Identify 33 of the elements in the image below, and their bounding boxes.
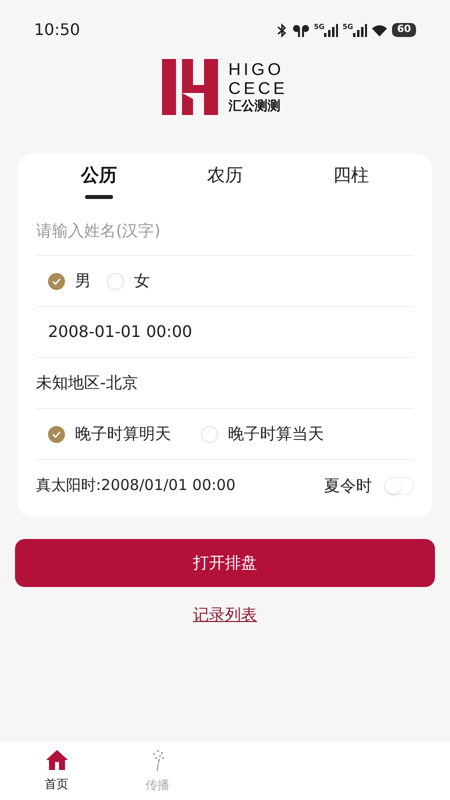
logo-mark-icon xyxy=(162,59,218,115)
logo-text: HIGO xyxy=(228,61,285,78)
open-chart-button[interactable]: 打开排盘 xyxy=(15,539,435,587)
records-link[interactable]: 记录列表 xyxy=(193,603,257,627)
bluetooth-icon xyxy=(276,22,288,38)
true-solar-time-text: 真太阳时:2008/01/01 00:00 xyxy=(36,475,236,496)
night-zi-option-label[interactable]: 晚子时算当天 xyxy=(228,422,324,446)
nav-tab[interactable]: 首页 xyxy=(6,742,107,800)
radio-unchecked-icon[interactable] xyxy=(107,272,124,290)
wifi-icon xyxy=(371,24,388,36)
name-input-field[interactable]: 请输入姓名(汉字) xyxy=(36,206,414,256)
radio-checked-icon[interactable] xyxy=(48,426,65,442)
calendar-tab[interactable]: 农历 xyxy=(162,154,288,206)
status-time: 10:50 xyxy=(34,19,80,41)
logo-subtitle: 汇公测测 xyxy=(228,100,282,113)
gender-option-label[interactable]: 男 xyxy=(75,269,91,293)
battery-indicator: 60 xyxy=(392,23,416,37)
birth-datetime-value[interactable]: 2008-01-01 00:00 xyxy=(48,320,192,344)
earbuds-icon xyxy=(292,24,310,36)
tab-indicator xyxy=(85,194,113,198)
night-zi-option-label[interactable]: 晚子时算明天 xyxy=(75,422,171,446)
signal-icon xyxy=(324,24,338,36)
radio-unchecked-icon[interactable] xyxy=(201,426,218,442)
calendar-tab[interactable]: 公历 xyxy=(36,154,162,206)
signal-icon xyxy=(353,24,368,36)
home-icon xyxy=(44,749,68,771)
calendar-tab[interactable]: 四柱 xyxy=(288,154,414,206)
dst-label: 夏令时 xyxy=(324,474,372,496)
logo-text: CECE xyxy=(228,80,288,97)
location-value[interactable]: 未知地区-北京 xyxy=(36,371,138,395)
dst-toggle[interactable] xyxy=(384,476,414,494)
radio-checked-icon[interactable] xyxy=(48,272,65,290)
gender-option-label[interactable]: 女 xyxy=(134,269,150,293)
